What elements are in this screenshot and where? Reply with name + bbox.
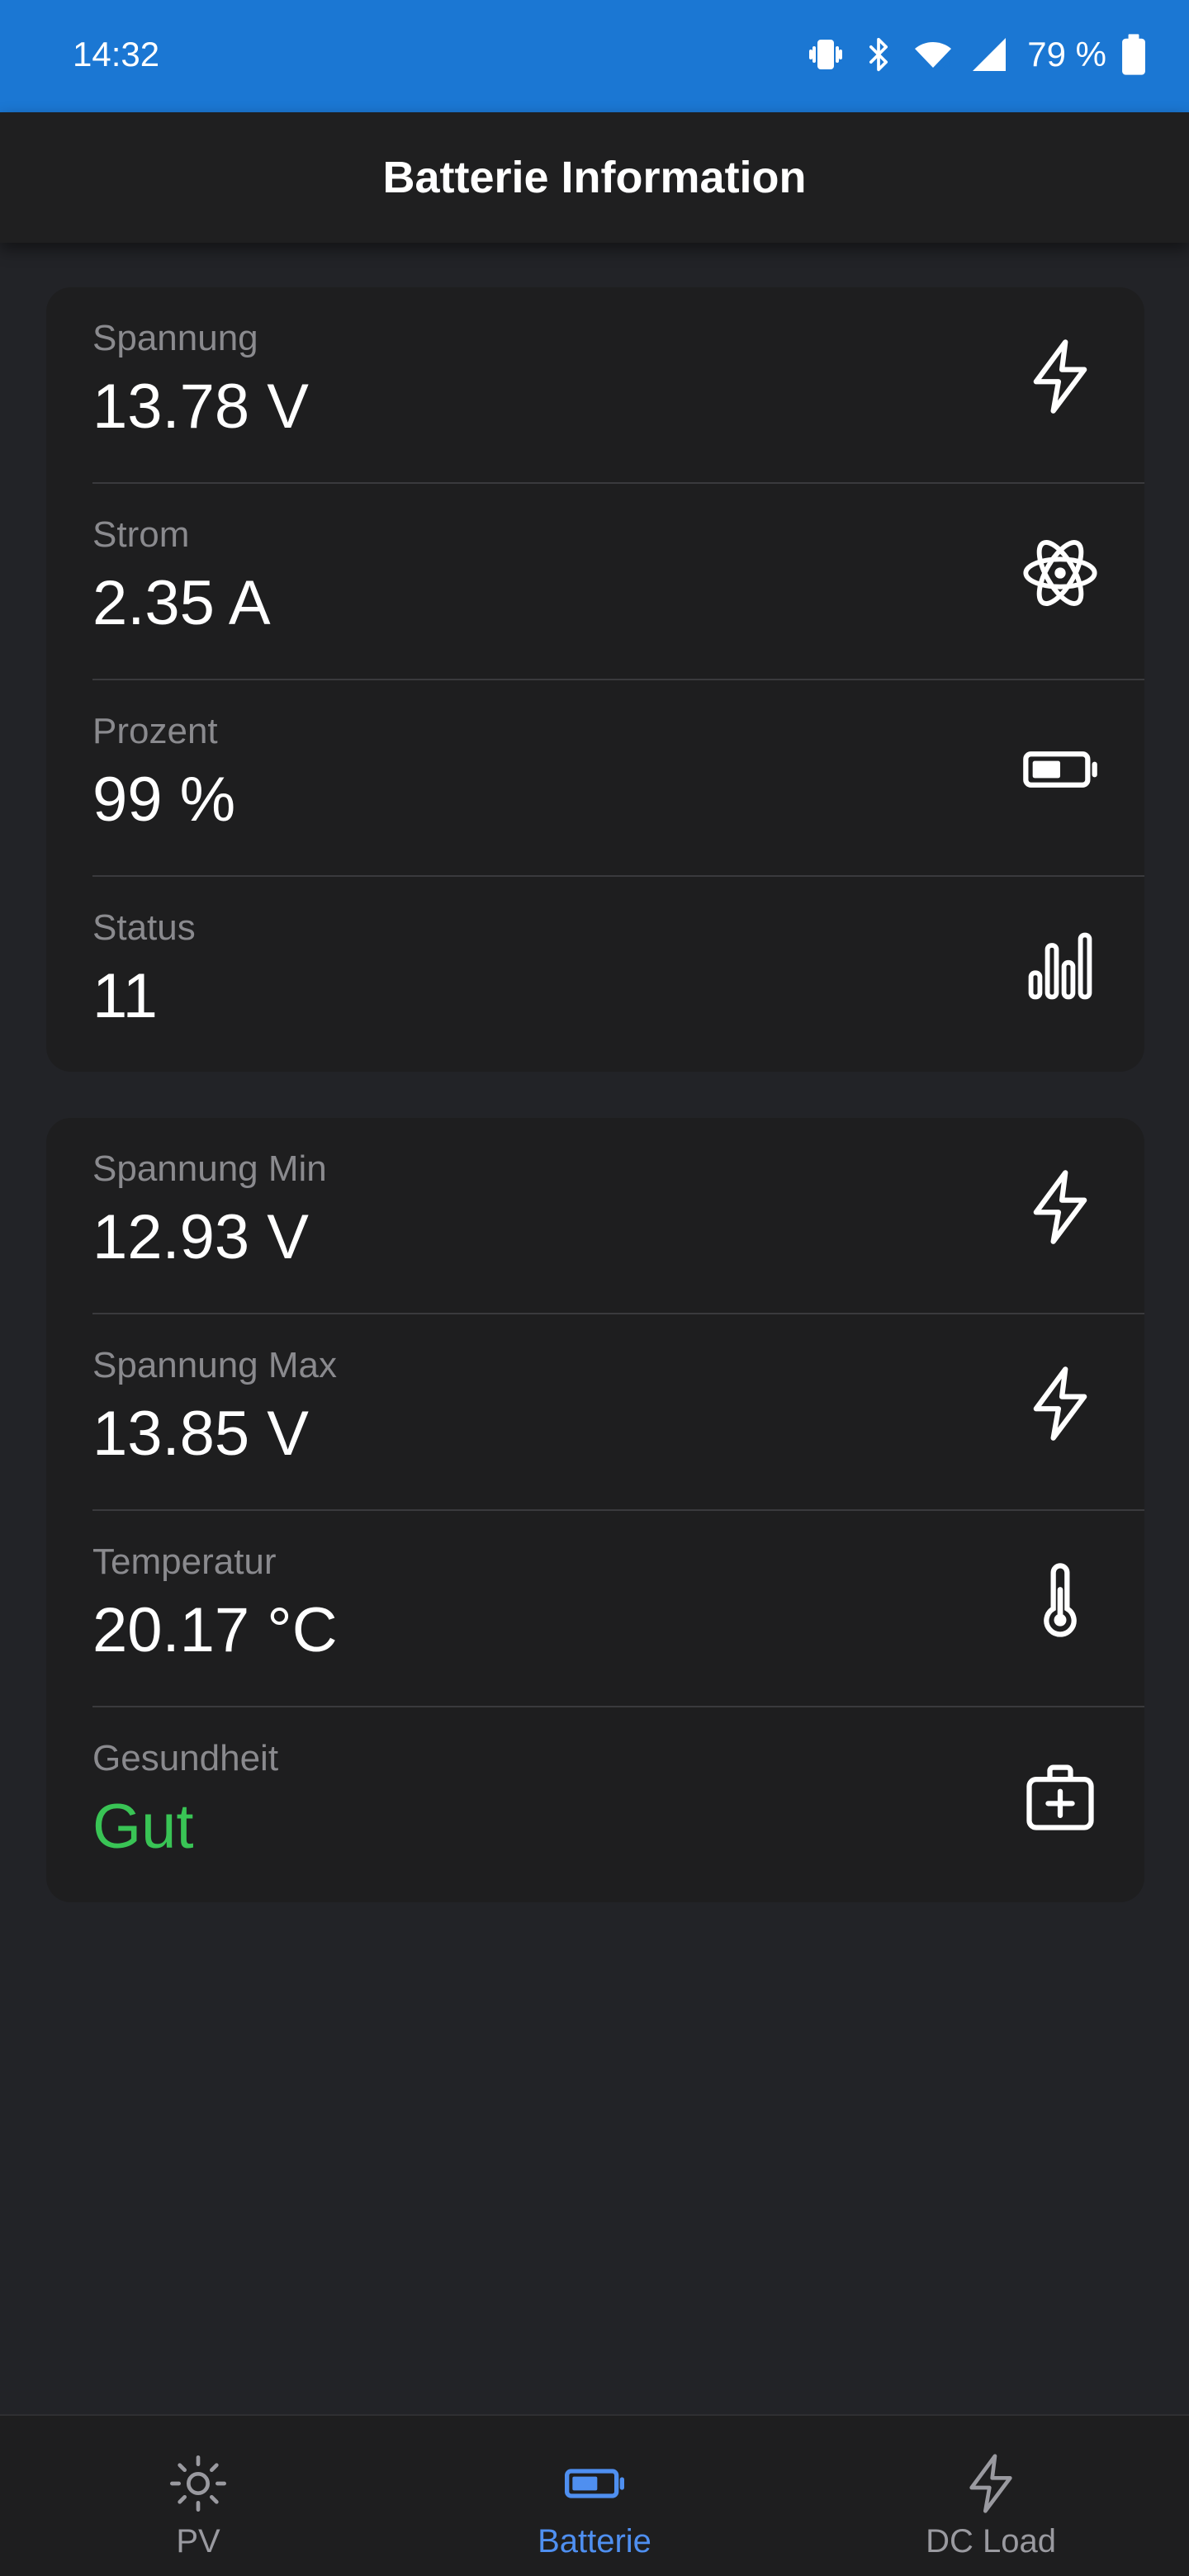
info-row-temperatur: Temperatur 20.17 °C [92, 1511, 1144, 1707]
sun-icon [165, 2451, 231, 2517]
battery-level-icon [1019, 728, 1101, 811]
row-label: Spannung Max [92, 1345, 337, 1385]
battery-icon [1121, 33, 1146, 76]
status-bar: 14:32 79 % [0, 0, 1189, 112]
row-value: 99 % [92, 765, 236, 835]
bluetooth-icon [860, 35, 897, 74]
lightning-icon [958, 2451, 1024, 2517]
screen: 14:32 79 % Batterie Information Spannung… [0, 0, 1189, 2576]
row-value: 12.93 V [92, 1202, 309, 1272]
status-time: 14:32 [73, 35, 160, 73]
row-value: 13.85 V [92, 1399, 309, 1469]
page-title: Batterie Information [382, 153, 807, 202]
info-row-spannung: Spannung 13.78 V [92, 287, 1144, 484]
wifi-icon [912, 35, 955, 74]
nav-label: DC Load [926, 2523, 1056, 2559]
bar-chart-icon [1019, 925, 1101, 1007]
first-aid-icon [1019, 1755, 1101, 1838]
nav-label: Batterie [538, 2523, 651, 2559]
row-value: 11 [92, 961, 158, 1031]
lightning-icon [1019, 1166, 1101, 1248]
status-battery-text: 79 % [1027, 35, 1106, 73]
status-icons: 79 % [806, 30, 1146, 79]
battery-primary-card: Spannung 13.78 V Strom 2.35 A Prozent 99… [46, 287, 1144, 1072]
info-row-spannung-max: Spannung Max 13.85 V [92, 1314, 1144, 1511]
nav-item-batterie[interactable]: Batterie [396, 2416, 793, 2576]
health-status-value: Gut [92, 1792, 194, 1862]
nav-item-pv[interactable]: PV [0, 2416, 396, 2576]
nav-item-dc-load[interactable]: DC Load [793, 2416, 1189, 2576]
row-value: 2.35 A [92, 568, 271, 638]
row-label: Spannung Min [92, 1148, 327, 1189]
info-row-spannung-min: Spannung Min 12.93 V [92, 1118, 1144, 1314]
info-row-gesundheit: Gesundheit Gut [92, 1707, 1144, 1902]
row-label: Gesundheit [92, 1738, 279, 1778]
info-row-status: Status 11 [92, 877, 1144, 1072]
row-label: Prozent [92, 711, 218, 751]
app-bar: Batterie Information [0, 112, 1189, 243]
signal-icon [969, 35, 1009, 74]
row-label: Temperatur [92, 1541, 277, 1582]
battery-stats-card: Spannung Min 12.93 V Spannung Max 13.85 … [46, 1118, 1144, 1902]
row-label: Spannung [92, 318, 258, 358]
row-label: Status [92, 907, 196, 948]
lightning-icon [1019, 335, 1101, 418]
bottom-navigation: PV Batterie DC Load [0, 2414, 1189, 2576]
info-row-prozent: Prozent 99 % [92, 680, 1144, 877]
vibrate-icon [806, 35, 846, 74]
row-value: 20.17 °C [92, 1595, 338, 1665]
row-value: 13.78 V [92, 372, 309, 442]
info-row-strom: Strom 2.35 A [92, 484, 1144, 680]
row-label: Strom [92, 514, 190, 555]
thermometer-icon [1019, 1559, 1101, 1641]
atom-icon [1019, 532, 1101, 614]
lightning-icon [1019, 1362, 1101, 1445]
battery-icon [561, 2451, 628, 2517]
nav-label: PV [176, 2523, 220, 2559]
